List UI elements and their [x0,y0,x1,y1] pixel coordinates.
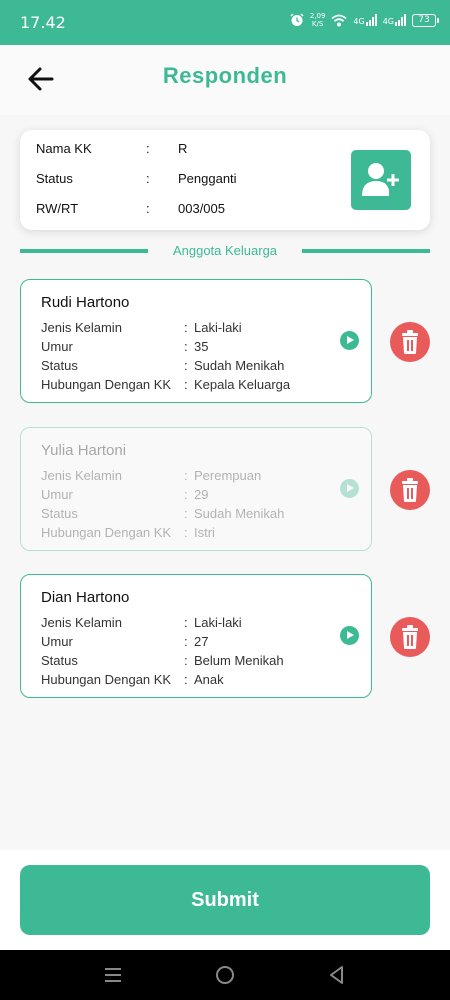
trash-icon [402,478,418,502]
alarm-icon [290,13,304,26]
battery-icon: 73 [412,13,439,27]
delete-member-button[interactable] [390,470,430,510]
field-value: 29 [194,487,209,502]
signal-bars-2-icon [395,14,406,26]
info-value: R [178,141,188,156]
network-speed-value: 2,09 [309,12,326,20]
field-value: Sudah Menikah [194,506,285,521]
field-label: Status [41,653,78,668]
field-label: Status [41,506,78,521]
field-value: Laki-laki [194,320,242,335]
field-value: 35 [194,339,209,354]
info-label: Status [36,171,73,186]
field-value: Perempuan [194,468,262,483]
triangle-back-icon [330,966,343,984]
field-label: Hubungan Dengan KK [41,525,172,540]
field-label: Jenis Kelamin [41,615,122,630]
menu-icon [105,968,121,982]
trash-icon [402,330,418,354]
field-label: Jenis Kelamin [41,468,122,483]
field-label: Jenis Kelamin [41,320,122,335]
status-bar: 17.42 2,09 K/S 4G 4G 73 [0,0,450,45]
field-label: Hubungan Dengan KK [41,672,172,687]
home-nav-button[interactable] [213,963,237,987]
field-value: Belum Menikah [194,653,284,668]
info-separator: : [146,171,150,186]
member-card[interactable]: Dian Hartono Jenis Kelamin : Laki-laki U… [20,574,372,698]
field-value: 27 [194,634,209,649]
field-value: Kepala Keluarga [194,377,291,392]
add-user-icon [362,163,399,196]
page-title: Responden [162,63,288,88]
play-icon[interactable] [340,626,359,645]
member-card[interactable]: Yulia Hartoni Jenis Kelamin : Perempuan … [20,427,372,551]
divider-line-right [302,249,430,253]
info-value: 003/005 [178,201,225,216]
field-separator: : [184,615,188,630]
back-nav-button[interactable] [325,963,349,987]
app-header: Responden [0,45,450,115]
field-separator: : [184,377,188,392]
field-label: Umur [41,339,73,354]
info-separator: : [146,141,150,156]
trash-icon [402,625,418,649]
member-name: Rudi Hartono [41,294,130,311]
system-nav-bar [0,950,450,1000]
play-icon[interactable] [340,479,359,498]
field-separator: : [184,358,188,373]
add-member-button[interactable] [351,150,411,210]
bottom-bar: Submit [0,850,450,950]
field-value: Anak [194,672,224,687]
info-separator: : [146,201,150,216]
home-circle-icon [216,966,234,984]
network-type-2: 4G [382,17,394,26]
field-separator: : [184,653,188,668]
section-divider: Anggota Keluarga [20,243,430,259]
field-separator: : [184,320,188,335]
field-separator: : [184,506,188,521]
wifi-icon [331,14,347,26]
delete-member-button[interactable] [390,322,430,362]
delete-member-button[interactable] [390,617,430,657]
field-separator: : [184,634,188,649]
member-name: Yulia Hartoni [41,442,127,459]
network-speed: 2,09 K/S [310,12,326,28]
field-separator: : [184,468,188,483]
network-type-1: 4G [353,17,365,26]
info-value: Pengganti [178,171,237,186]
field-label: Hubungan Dengan KK [41,377,172,392]
field-separator: : [184,339,188,354]
member-name: Dian Hartono [41,589,130,606]
signal-1: 4G [353,14,377,26]
status-icons: 2,09 K/S 4G 4G 73 [290,12,439,28]
field-label: Umur [41,487,73,502]
submit-button[interactable]: Submit [20,865,430,935]
info-label: RW/RT [36,201,79,216]
field-separator: : [184,487,188,502]
field-value: Sudah Menikah [194,358,285,373]
signal-bars-1-icon [365,14,377,26]
household-info-card: Nama KK : R Status : Pengganti RW/RT : 0… [20,130,430,230]
signal-2: 4G [383,14,406,26]
field-value: Laki-laki [194,615,242,630]
status-time: 17.42 [20,13,66,32]
info-label: Nama KK [36,141,92,156]
field-separator: : [184,672,188,687]
field-separator: : [184,525,188,540]
field-label: Umur [41,634,73,649]
menu-nav-button[interactable] [101,963,125,987]
member-card[interactable]: Rudi Hartono Jenis Kelamin : Laki-laki U… [20,279,372,403]
field-label: Status [41,358,78,373]
network-speed-unit: K/S [311,20,324,28]
field-value: Istri [194,525,215,540]
play-icon[interactable] [340,331,359,350]
